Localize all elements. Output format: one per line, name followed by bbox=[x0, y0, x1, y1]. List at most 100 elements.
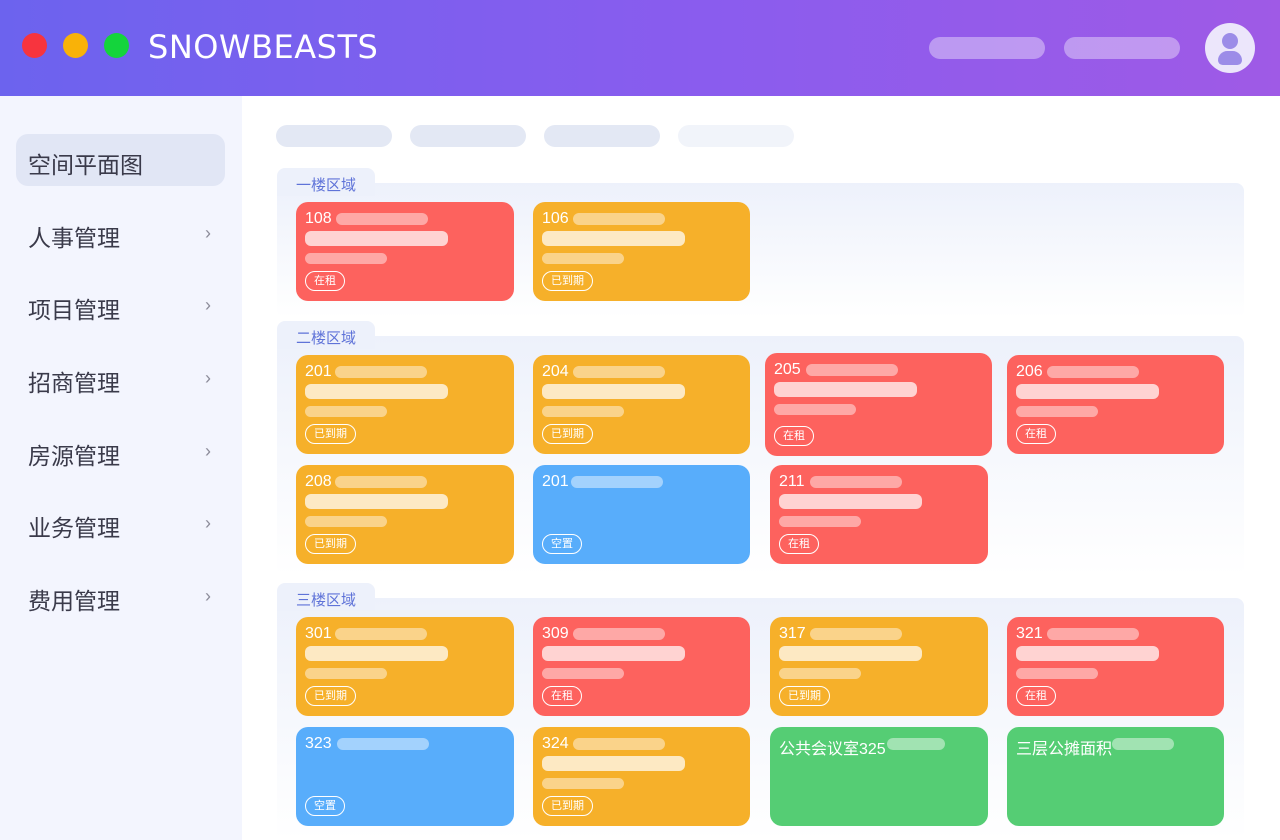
room-card[interactable]: 106 已到期 bbox=[533, 202, 750, 301]
chevron-right-icon: › bbox=[205, 223, 211, 243]
room-card[interactable]: 301 已到期 bbox=[296, 617, 514, 716]
room-info-bar bbox=[774, 404, 856, 415]
room-info-bar bbox=[1112, 738, 1174, 750]
room-info-bar bbox=[573, 213, 665, 225]
chevron-right-icon: › bbox=[205, 586, 211, 606]
header-placeholder-pill[interactable] bbox=[1064, 37, 1180, 59]
room-info-bar bbox=[887, 738, 945, 750]
room-info-bar bbox=[806, 364, 898, 376]
sidebar-item-label: 空间平面图 bbox=[28, 152, 143, 178]
sidebar-item-label: 人事管理 bbox=[28, 225, 120, 251]
status-badge: 已到期 bbox=[542, 796, 593, 816]
status-badge: 在租 bbox=[542, 686, 582, 706]
tab-placeholder[interactable] bbox=[410, 125, 526, 147]
user-avatar-icon[interactable] bbox=[1205, 23, 1255, 73]
room-name: 201 bbox=[305, 363, 332, 380]
sidebar-item-floor-plan[interactable]: 空间平面图 bbox=[16, 134, 225, 186]
room-info-bar bbox=[305, 516, 387, 527]
status-badge: 在租 bbox=[779, 534, 819, 554]
avatar-head-shape bbox=[1222, 33, 1238, 49]
room-info-bar bbox=[779, 668, 861, 679]
room-card[interactable]: 324 已到期 bbox=[533, 727, 750, 826]
room-name: 309 bbox=[542, 625, 569, 642]
room-info-bar bbox=[1047, 366, 1139, 378]
room-card[interactable]: 309 在租 bbox=[533, 617, 750, 716]
room-info-bar bbox=[305, 231, 448, 246]
room-card[interactable]: 211 在租 bbox=[770, 465, 988, 564]
room-info-bar bbox=[305, 646, 448, 661]
room-info-bar bbox=[1047, 628, 1139, 640]
status-badge: 已到期 bbox=[779, 686, 830, 706]
sidebar-item-label: 费用管理 bbox=[28, 588, 120, 614]
brand-logo-text: SNOWBEASTS bbox=[148, 28, 379, 66]
zone-title: 一楼区域 bbox=[296, 177, 357, 194]
room-name: 324 bbox=[542, 735, 569, 752]
room-info-bar bbox=[542, 406, 624, 417]
room-name: 301 bbox=[305, 625, 332, 642]
status-badge: 在租 bbox=[1016, 424, 1056, 444]
room-name: 公共会议室325 bbox=[779, 741, 886, 758]
chevron-right-icon: › bbox=[205, 441, 211, 461]
chevron-right-icon: › bbox=[205, 513, 211, 533]
sidebar-item-leasing[interactable]: 招商管理 › bbox=[16, 352, 225, 404]
room-card[interactable]: 三层公摊面积 bbox=[1007, 727, 1224, 826]
sidebar-item-hr[interactable]: 人事管理 › bbox=[16, 207, 225, 259]
status-badge: 在租 bbox=[1016, 686, 1056, 706]
room-card[interactable]: 201 空置 bbox=[533, 465, 750, 564]
room-name: 211 bbox=[779, 473, 805, 490]
room-card[interactable]: 321 在租 bbox=[1007, 617, 1224, 716]
room-name: 321 bbox=[1016, 625, 1043, 642]
window-minimize-dot[interactable] bbox=[63, 33, 88, 58]
room-info-bar bbox=[305, 253, 387, 264]
room-info-bar bbox=[779, 516, 861, 527]
room-info-bar bbox=[571, 476, 663, 488]
room-name: 204 bbox=[542, 363, 569, 380]
room-card[interactable]: 208 已到期 bbox=[296, 465, 514, 564]
room-card[interactable]: 206 在租 bbox=[1007, 355, 1224, 454]
status-badge: 空置 bbox=[305, 796, 345, 816]
sidebar-item-properties[interactable]: 房源管理 › bbox=[16, 425, 225, 477]
room-name: 108 bbox=[305, 210, 332, 227]
room-info-bar bbox=[335, 366, 427, 378]
room-info-bar bbox=[1016, 406, 1098, 417]
sidebar-item-label: 招商管理 bbox=[28, 370, 120, 396]
window-maximize-dot[interactable] bbox=[104, 33, 129, 58]
room-info-bar bbox=[305, 384, 448, 399]
room-info-bar bbox=[1016, 668, 1098, 679]
sidebar-item-business[interactable]: 业务管理 › bbox=[16, 497, 225, 549]
room-info-bar bbox=[810, 476, 902, 488]
sidebar-item-projects[interactable]: 项目管理 › bbox=[16, 279, 225, 331]
room-info-bar bbox=[779, 494, 922, 509]
status-badge: 空置 bbox=[542, 534, 582, 554]
room-info-bar bbox=[573, 628, 665, 640]
room-info-bar bbox=[1016, 384, 1159, 399]
room-info-bar bbox=[542, 231, 685, 246]
room-name: 205 bbox=[774, 361, 801, 378]
room-name: 317 bbox=[779, 625, 806, 642]
room-info-bar bbox=[337, 738, 429, 750]
room-card[interactable]: 204 已到期 bbox=[533, 355, 750, 454]
room-info-bar bbox=[542, 668, 624, 679]
room-info-bar bbox=[335, 628, 427, 640]
status-badge: 在租 bbox=[774, 426, 814, 446]
sidebar-item-label: 业务管理 bbox=[28, 515, 120, 541]
sidebar-item-label: 房源管理 bbox=[28, 443, 120, 469]
room-info-bar bbox=[573, 738, 665, 750]
room-card[interactable]: 公共会议室325 bbox=[770, 727, 988, 826]
window-close-dot[interactable] bbox=[22, 33, 47, 58]
tab-placeholder[interactable] bbox=[678, 125, 794, 147]
room-info-bar bbox=[774, 382, 917, 397]
room-name: 206 bbox=[1016, 363, 1043, 380]
zone-title: 三楼区域 bbox=[296, 592, 357, 609]
room-card[interactable]: 205 在租 bbox=[765, 353, 992, 456]
room-card[interactable]: 323 空置 bbox=[296, 727, 514, 826]
room-card[interactable]: 317 已到期 bbox=[770, 617, 988, 716]
tab-placeholder[interactable] bbox=[276, 125, 392, 147]
header-placeholder-pill[interactable] bbox=[929, 37, 1045, 59]
room-card[interactable]: 201 已到期 bbox=[296, 355, 514, 454]
room-name: 三层公摊面积 bbox=[1016, 741, 1113, 758]
sidebar-item-expenses[interactable]: 费用管理 › bbox=[16, 570, 225, 622]
tab-placeholder[interactable] bbox=[544, 125, 660, 147]
room-card[interactable]: 108 在租 bbox=[296, 202, 514, 301]
chevron-right-icon: › bbox=[205, 368, 211, 388]
